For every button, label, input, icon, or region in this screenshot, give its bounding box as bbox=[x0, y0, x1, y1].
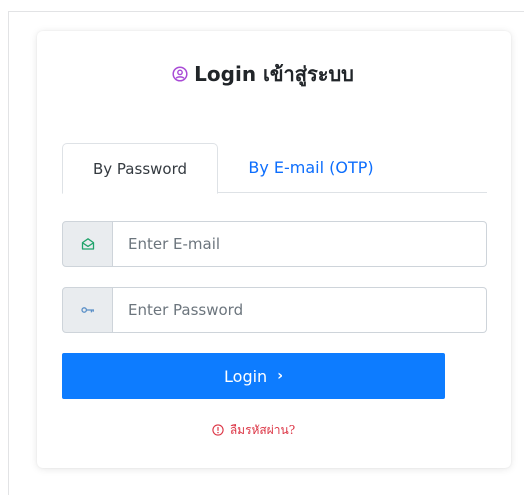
key-icon bbox=[62, 287, 113, 333]
email-input-group bbox=[62, 221, 487, 267]
forgot-password-label: ลืมรหัสผ่าน? bbox=[229, 423, 296, 437]
email-input[interactable] bbox=[113, 221, 487, 267]
envelope-open-icon bbox=[62, 221, 113, 267]
tab-by-email-otp[interactable]: By E-mail (OTP) bbox=[226, 143, 396, 193]
user-circle-icon bbox=[172, 61, 188, 89]
login-button[interactable]: Login › bbox=[62, 353, 445, 399]
chevron-right-icon: › bbox=[277, 368, 283, 384]
password-input[interactable] bbox=[113, 287, 487, 333]
login-button-label: Login bbox=[224, 366, 268, 386]
login-title: Login เข้าสู่ระบบ bbox=[0, 60, 526, 89]
info-circle-icon bbox=[212, 423, 224, 441]
tab-by-password[interactable]: By Password bbox=[62, 143, 218, 194]
forgot-password-link[interactable]: ลืมรหัสผ่าน? bbox=[62, 421, 445, 441]
password-input-group bbox=[62, 287, 487, 333]
login-method-tabs: By Password By E-mail (OTP) bbox=[62, 143, 487, 194]
login-title-text: Login เข้าสู่ระบบ bbox=[194, 62, 354, 86]
